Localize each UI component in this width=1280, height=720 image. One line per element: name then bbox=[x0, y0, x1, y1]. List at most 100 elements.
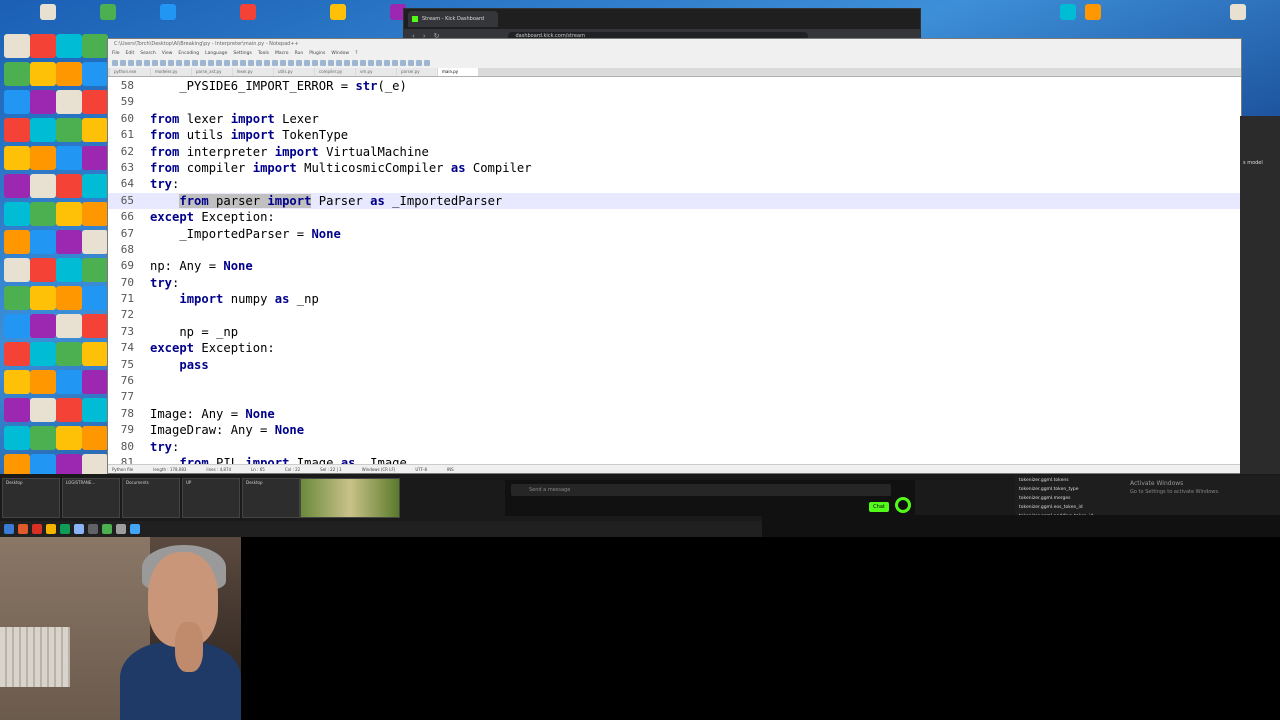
toolbar-button-icon[interactable] bbox=[352, 60, 358, 66]
desktop-file-icon[interactable] bbox=[30, 370, 56, 394]
toolbar-button-icon[interactable] bbox=[160, 60, 166, 66]
code-line[interactable]: 64 try: bbox=[108, 176, 1241, 192]
toolbar-button-icon[interactable] bbox=[168, 60, 174, 66]
desktop-file-icon[interactable] bbox=[56, 230, 82, 254]
toolbar-button-icon[interactable] bbox=[232, 60, 238, 66]
code-line[interactable]: 71 import numpy as _np bbox=[108, 291, 1241, 307]
desktop-file-icon[interactable] bbox=[82, 426, 108, 450]
desktop-file-icon[interactable] bbox=[82, 398, 108, 422]
desktop-file-icon[interactable] bbox=[56, 398, 82, 422]
code-line[interactable]: 59 bbox=[108, 94, 1241, 110]
menu-item[interactable]: Run bbox=[295, 50, 304, 58]
toolbar-button-icon[interactable] bbox=[184, 60, 190, 66]
toolbar-button-icon[interactable] bbox=[224, 60, 230, 66]
desktop-file-icon[interactable] bbox=[82, 34, 108, 58]
desktop-file-icon[interactable] bbox=[56, 258, 82, 282]
desktop-file-icon[interactable] bbox=[56, 174, 82, 198]
desktop-file-icon[interactable] bbox=[82, 258, 108, 282]
file-tab[interactable]: main.py bbox=[438, 68, 478, 76]
start-icon[interactable] bbox=[4, 524, 14, 534]
code-line[interactable]: 78 Image: Any = None bbox=[108, 406, 1241, 422]
toolbar-button-icon[interactable] bbox=[200, 60, 206, 66]
window-thumbnail[interactable]: Documents bbox=[122, 478, 180, 518]
desktop-file-icon[interactable] bbox=[82, 342, 108, 366]
menu-item[interactable]: Edit bbox=[126, 50, 135, 58]
desktop-file-icon[interactable] bbox=[4, 90, 30, 114]
desktop-file-icon[interactable] bbox=[56, 342, 82, 366]
toolbar-button-icon[interactable] bbox=[288, 60, 294, 66]
desktop-file-icon[interactable] bbox=[100, 4, 116, 20]
code-line[interactable]: 68 bbox=[108, 242, 1241, 258]
menu-item[interactable]: ? bbox=[355, 50, 357, 58]
toolbar-button-icon[interactable] bbox=[216, 60, 222, 66]
toolbar-button-icon[interactable] bbox=[400, 60, 406, 66]
code-line[interactable]: 70 try: bbox=[108, 275, 1241, 291]
stream-thumbnail[interactable] bbox=[300, 478, 400, 518]
desktop-file-icon[interactable] bbox=[56, 90, 82, 114]
app-icon[interactable] bbox=[18, 524, 28, 534]
toolbar-button-icon[interactable] bbox=[424, 60, 430, 66]
toolbar-button-icon[interactable] bbox=[368, 60, 374, 66]
file-tab[interactable]: parse_ast.py bbox=[192, 68, 232, 76]
file-tab[interactable]: vm.py bbox=[356, 68, 396, 76]
app-icon[interactable] bbox=[102, 524, 112, 534]
file-tab[interactable]: lexer.py bbox=[233, 68, 273, 76]
code-line[interactable]: 62 from interpreter import VirtualMachine bbox=[108, 144, 1241, 160]
desktop-file-icon[interactable] bbox=[4, 426, 30, 450]
code-line[interactable]: 79 ImageDraw: Any = None bbox=[108, 422, 1241, 438]
desktop-file-icon[interactable] bbox=[30, 146, 56, 170]
toolbar-button-icon[interactable] bbox=[344, 60, 350, 66]
toolbar-button-icon[interactable] bbox=[208, 60, 214, 66]
toolbar-button-icon[interactable] bbox=[312, 60, 318, 66]
file-tab[interactable]: python.exe bbox=[110, 68, 150, 76]
desktop-file-icon[interactable] bbox=[4, 342, 30, 366]
toolbar-button-icon[interactable] bbox=[240, 60, 246, 66]
code-line[interactable]: 75 pass bbox=[108, 357, 1241, 373]
file-tab[interactable]: modeler.py bbox=[151, 68, 191, 76]
desktop-file-icon[interactable] bbox=[82, 230, 108, 254]
toolbar-button-icon[interactable] bbox=[296, 60, 302, 66]
desktop-file-icon[interactable] bbox=[4, 146, 30, 170]
desktop-file-icon[interactable] bbox=[4, 174, 30, 198]
code-line[interactable]: 76 bbox=[108, 373, 1241, 389]
desktop-file-icon[interactable] bbox=[4, 398, 30, 422]
desktop-file-icon[interactable] bbox=[4, 286, 30, 310]
toolbar-button-icon[interactable] bbox=[136, 60, 142, 66]
toolbar-button-icon[interactable] bbox=[360, 60, 366, 66]
desktop-file-icon[interactable] bbox=[4, 202, 30, 226]
desktop-file-icon[interactable] bbox=[1230, 4, 1246, 20]
desktop-file-icon[interactable] bbox=[56, 202, 82, 226]
menu-item[interactable]: Window bbox=[331, 50, 349, 58]
desktop-file-icon[interactable] bbox=[4, 62, 30, 86]
menu-item[interactable]: Encoding bbox=[178, 50, 199, 58]
desktop-file-icon[interactable] bbox=[82, 174, 108, 198]
code-line[interactable]: 61 from utils import TokenType bbox=[108, 127, 1241, 143]
app-icon[interactable] bbox=[32, 524, 42, 534]
code-line[interactable]: 69 np: Any = None bbox=[108, 258, 1241, 274]
desktop-file-icon[interactable] bbox=[30, 314, 56, 338]
code-line[interactable]: 65 from parser import Parser as _Importe… bbox=[108, 192, 1241, 210]
code-line[interactable]: 73 np = _np bbox=[108, 324, 1241, 340]
desktop-file-icon[interactable] bbox=[160, 4, 176, 20]
toolbar-button-icon[interactable] bbox=[272, 60, 278, 66]
toolbar-button-icon[interactable] bbox=[248, 60, 254, 66]
toolbar-button-icon[interactable] bbox=[336, 60, 342, 66]
app-icon[interactable] bbox=[130, 524, 140, 534]
toolbar-button-icon[interactable] bbox=[128, 60, 134, 66]
file-tab[interactable]: parser.py bbox=[397, 68, 437, 76]
file-tab[interactable]: compiler.py bbox=[315, 68, 355, 76]
window-thumbnail[interactable]: LOGISTRANE... bbox=[62, 478, 120, 518]
desktop-file-icon[interactable] bbox=[30, 202, 56, 226]
toolbar-button-icon[interactable] bbox=[304, 60, 310, 66]
code-line[interactable]: 58 _PYSIDE6_IMPORT_ERROR = str(_e) bbox=[108, 78, 1241, 94]
desktop-file-icon[interactable] bbox=[82, 202, 108, 226]
desktop-file-icon[interactable] bbox=[56, 62, 82, 86]
window-thumbnail[interactable]: Desktop bbox=[2, 478, 60, 518]
desktop-file-icon[interactable] bbox=[56, 146, 82, 170]
desktop-file-icon[interactable] bbox=[82, 118, 108, 142]
app-icon[interactable] bbox=[74, 524, 84, 534]
code-line[interactable]: 74 except Exception: bbox=[108, 340, 1241, 356]
desktop-file-icon[interactable] bbox=[82, 286, 108, 310]
code-line[interactable]: 80 try: bbox=[108, 439, 1241, 455]
code-line[interactable]: 72 bbox=[108, 307, 1241, 323]
